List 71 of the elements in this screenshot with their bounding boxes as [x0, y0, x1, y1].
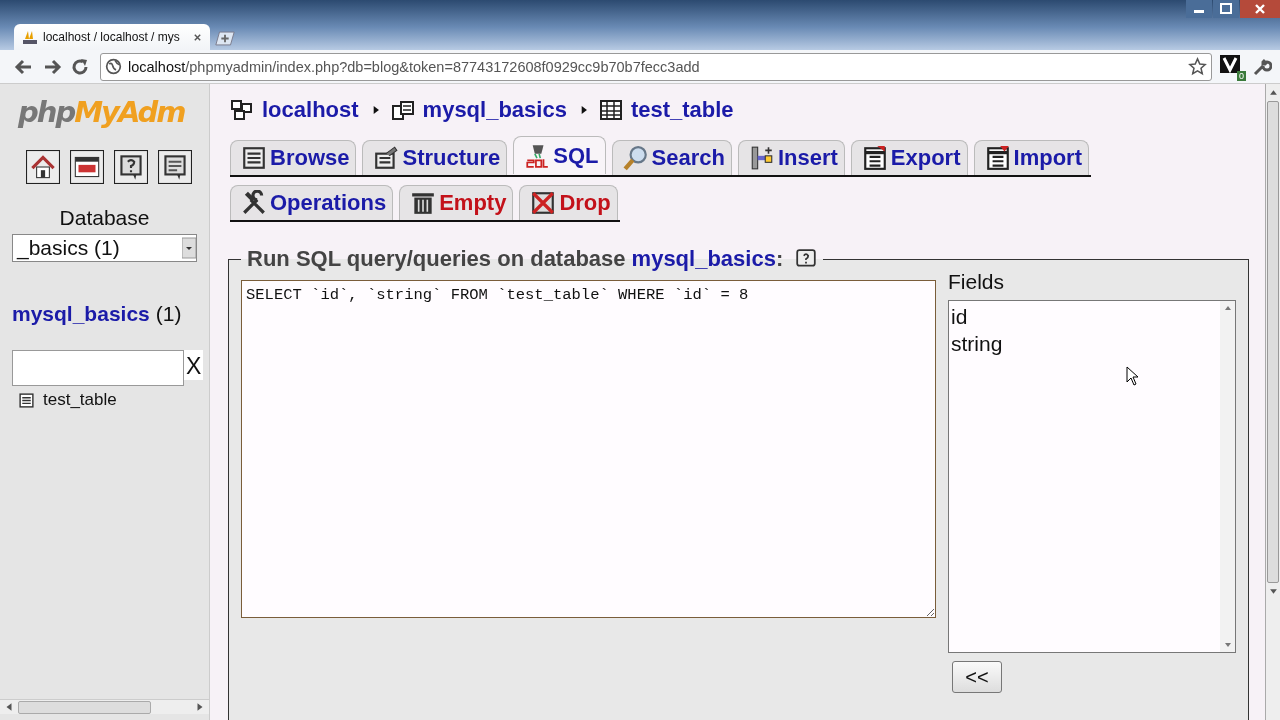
- mouse-pointer-icon: [1126, 366, 1138, 386]
- fields-list[interactable]: id string: [948, 300, 1236, 653]
- server-icon: [230, 98, 254, 122]
- filter-field[interactable]: [12, 350, 184, 386]
- table-count: (1): [155, 302, 182, 325]
- sql-query-field[interactable]: SELECT `id`, `string` FROM `test_table` WHERE `id` = 8: [241, 280, 936, 618]
- phpmyadmin-logo[interactable]: phpMyAdm: [18, 94, 191, 130]
- vertical-scrollbar[interactable]: [1265, 84, 1280, 720]
- tab[interactable]: Operations: [230, 185, 394, 220]
- wrench-icon[interactable]: [1252, 56, 1272, 77]
- table-item[interactable]: test_table: [18, 390, 197, 410]
- extension-button[interactable]: 0: [1220, 54, 1244, 79]
- tab[interactable]: SQL: [513, 136, 606, 174]
- structure-icon: [373, 145, 400, 171]
- breadcrumb-link[interactable]: mysql_basics: [422, 97, 567, 123]
- list-icon: [241, 145, 267, 171]
- dropdown-arrow-icon: [182, 236, 196, 260]
- home-icon[interactable]: [26, 150, 60, 184]
- tab[interactable]: Insert: [737, 140, 845, 175]
- scroll-down-icon[interactable]: [1223, 641, 1232, 649]
- scroll-up-icon[interactable]: [1223, 304, 1232, 312]
- help-icon[interactable]: [114, 150, 148, 184]
- trash-icon: [410, 190, 437, 216]
- clear-filter-button[interactable]: X: [184, 350, 204, 380]
- database-link[interactable]: mysql_basics: [12, 302, 150, 325]
- scroll-down-icon[interactable]: [1268, 587, 1278, 596]
- field-option[interactable]: id: [951, 303, 1218, 330]
- delete-table-icon: [530, 190, 557, 216]
- tab[interactable]: Structure: [362, 140, 508, 175]
- tab[interactable]: Import: [973, 140, 1089, 175]
- scroll-right-icon[interactable]: [195, 702, 205, 712]
- tab[interactable]: Empty: [399, 185, 514, 220]
- breadcrumb-link[interactable]: test_table: [630, 97, 734, 123]
- new-tab-icon[interactable]: [214, 31, 236, 46]
- tools-icon: [241, 190, 267, 216]
- fields-label: Fields: [948, 270, 1006, 295]
- colon: :: [775, 246, 784, 272]
- close-icon[interactable]: [1240, 0, 1280, 18]
- tab[interactable]: Browse: [230, 140, 357, 175]
- database-label: Database: [58, 206, 151, 230]
- tab[interactable]: Export: [850, 140, 968, 175]
- import-icon: [984, 145, 1011, 171]
- reload-icon[interactable]: [70, 56, 90, 77]
- v-logo-icon: [1220, 54, 1240, 73]
- maximize-icon[interactable]: [1213, 0, 1239, 18]
- database-link[interactable]: mysql_basics: [631, 246, 776, 272]
- panel-title: Run SQL query/queries on database: [247, 246, 626, 272]
- address-bar[interactable]: localhost/phpmyadmin/index.php?db=blog&token=87743172608f0929cc9b70b7fecc3add: [100, 52, 1212, 81]
- insert-field-button[interactable]: <<: [952, 661, 1002, 693]
- globe-icon: [105, 58, 122, 75]
- star-icon[interactable]: [1188, 57, 1207, 76]
- database-icon: [390, 98, 415, 122]
- breadcrumb-link[interactable]: localhost: [262, 97, 359, 123]
- minimize-icon[interactable]: [1186, 0, 1212, 18]
- close-icon[interactable]: [193, 32, 202, 42]
- logo-icon: [22, 29, 38, 45]
- horizontal-scrollbar[interactable]: [0, 699, 209, 714]
- table-icon: [18, 391, 35, 409]
- table-icon: [598, 98, 623, 122]
- browser-tab[interactable]: localhost / localhost / mys: [14, 24, 210, 50]
- magnifier-icon: [622, 145, 649, 171]
- tab[interactable]: Search: [611, 140, 732, 175]
- sql-window-icon[interactable]: [70, 150, 104, 184]
- database-select[interactable]: _basics (1): [12, 234, 197, 262]
- tab[interactable]: Drop: [519, 185, 618, 220]
- sql-icon: [524, 143, 551, 169]
- scroll-up-icon[interactable]: [1268, 88, 1278, 97]
- sql-docs-icon[interactable]: [158, 150, 192, 184]
- scroll-left-icon[interactable]: [4, 702, 14, 712]
- export-icon: [861, 145, 888, 171]
- field-option[interactable]: string: [951, 330, 1218, 357]
